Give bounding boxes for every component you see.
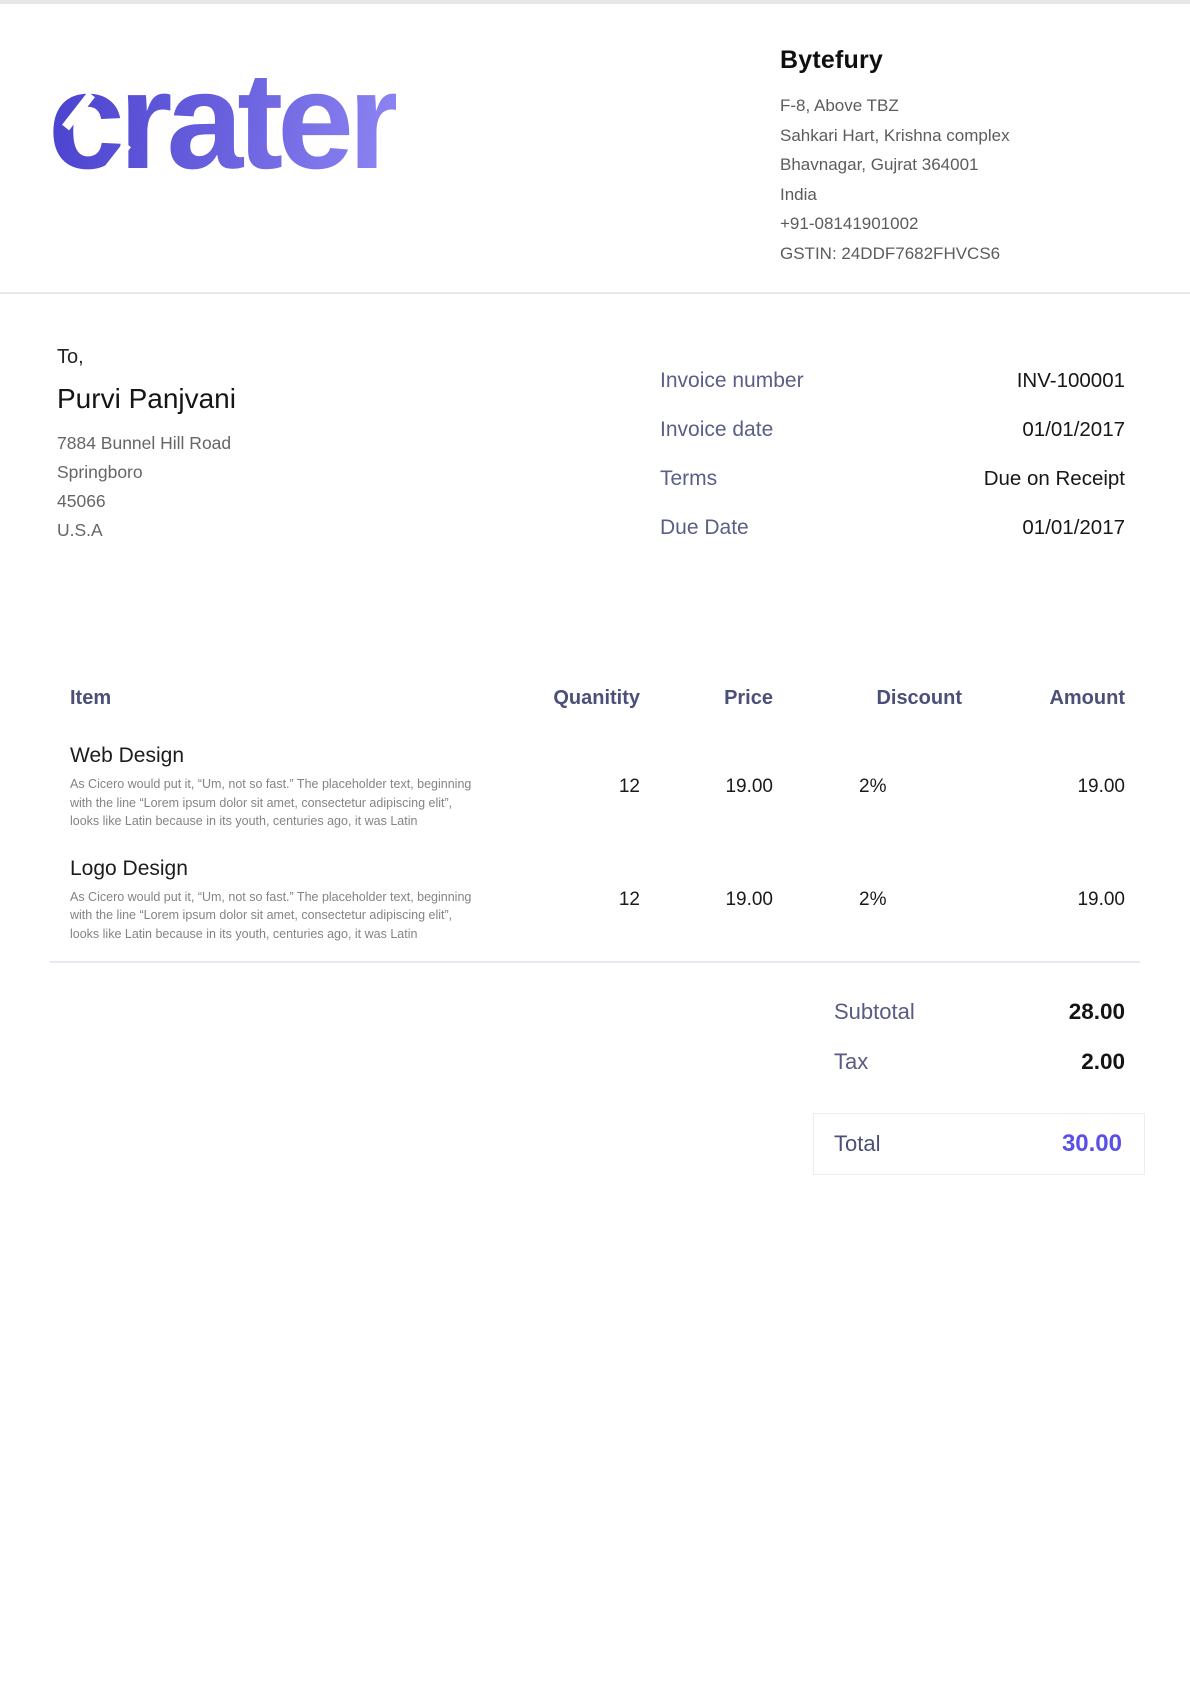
total-label: Total	[834, 1131, 880, 1157]
item-description: As Cicero would put it, “Um, not so fast…	[70, 775, 482, 831]
item-cell: Logo Design As Cicero would put it, “Um,…	[70, 857, 500, 944]
company-phone: +91-08141901002	[780, 209, 1125, 239]
column-header-discount: Discount	[773, 687, 962, 710]
company-address-line: India	[780, 180, 1125, 210]
customer-name: Purvi Panjvani	[57, 383, 236, 415]
customer-address-line: Springboro	[57, 458, 236, 487]
item-amount: 19.00	[962, 776, 1125, 798]
item-discount: 2%	[773, 776, 962, 798]
item-name: Web Design	[70, 744, 482, 768]
company-info: Bytefury F-8, Above TBZ Sahkari Hart, Kr…	[780, 42, 1125, 292]
due-date-row: Due Date 01/01/2017	[660, 516, 1125, 540]
item-quantity: 12	[500, 776, 640, 798]
company-address-line: F-8, Above TBZ	[780, 91, 1125, 121]
logo-notch-icon	[459, 116, 494, 157]
item-amount: 19.00	[962, 889, 1125, 911]
company-address-line: Bhavnagar, Gujrat 364001	[780, 150, 1125, 180]
invoice-date-value: 01/01/2017	[1022, 418, 1125, 442]
totals-rows: Subtotal 28.00 Tax 2.00	[834, 999, 1125, 1099]
subtotal-value: 28.00	[1069, 999, 1125, 1025]
table-row: Web Design As Cicero would put it, “Um, …	[70, 744, 1125, 831]
subtotal-label: Subtotal	[834, 999, 915, 1025]
terms-value: Due on Receipt	[984, 467, 1125, 491]
column-header-price: Price	[640, 687, 773, 710]
customer-address-line: U.S.A	[57, 516, 236, 545]
table-bottom-divider	[50, 961, 1140, 963]
terms-row: Terms Due on Receipt	[660, 467, 1125, 491]
invoice-number-row: Invoice number INV-100001	[660, 369, 1125, 393]
company-gstin: GSTIN: 24DDF7682FHVCS6	[780, 239, 1125, 269]
subtotal-row: Subtotal 28.00	[834, 999, 1125, 1025]
invoice-date-row: Invoice date 01/01/2017	[660, 418, 1125, 442]
column-header-item: Item	[70, 687, 500, 710]
billing-section: To, Purvi Panjvani 7884 Bunnel Hill Road…	[0, 294, 1190, 565]
item-name: Logo Design	[70, 857, 482, 881]
item-cell: Web Design As Cicero would put it, “Um, …	[70, 744, 500, 831]
item-description: As Cicero would put it, “Um, not so fast…	[70, 888, 482, 944]
column-header-quantity: Quanitity	[500, 687, 640, 710]
to-label: To,	[57, 346, 236, 369]
due-date-value: 01/01/2017	[1022, 516, 1125, 540]
item-discount: 2%	[773, 889, 962, 911]
tax-value: 2.00	[1081, 1049, 1125, 1075]
invoice-date-label: Invoice date	[660, 418, 773, 442]
item-price: 19.00	[640, 889, 773, 911]
invoice-header: crater Bytefury F-8, Above TBZ Sahkari H…	[0, 4, 1190, 294]
total-value: 30.00	[1062, 1130, 1122, 1158]
invoice-meta-block: Invoice number INV-100001 Invoice date 0…	[660, 346, 1125, 565]
terms-label: Terms	[660, 467, 717, 491]
column-header-amount: Amount	[962, 687, 1125, 710]
company-name: Bytefury	[780, 46, 1125, 75]
total-box: Total 30.00	[813, 1113, 1145, 1175]
tax-row: Tax 2.00	[834, 1049, 1125, 1075]
item-price: 19.00	[640, 776, 773, 798]
customer-address-line: 45066	[57, 487, 236, 516]
company-address-line: Sahkari Hart, Krishna complex	[780, 121, 1125, 151]
tax-label: Tax	[834, 1049, 868, 1075]
item-quantity: 12	[500, 889, 640, 911]
crater-logo: crater	[48, 56, 396, 187]
items-table: Item Quanitity Price Discount Amount Web…	[0, 687, 1190, 943]
invoice-number-label: Invoice number	[660, 369, 804, 393]
invoice-page: crater Bytefury F-8, Above TBZ Sahkari H…	[0, 0, 1190, 1684]
totals-section: Subtotal 28.00 Tax 2.00 Total 30.00	[0, 999, 1190, 1175]
invoice-number-value: INV-100001	[1017, 369, 1125, 393]
due-date-label: Due Date	[660, 516, 749, 540]
items-table-header: Item Quanitity Price Discount Amount	[70, 687, 1125, 710]
bill-to-block: To, Purvi Panjvani 7884 Bunnel Hill Road…	[57, 346, 236, 565]
customer-address-line: 7884 Bunnel Hill Road	[57, 429, 236, 458]
table-row: Logo Design As Cicero would put it, “Um,…	[70, 857, 1125, 944]
